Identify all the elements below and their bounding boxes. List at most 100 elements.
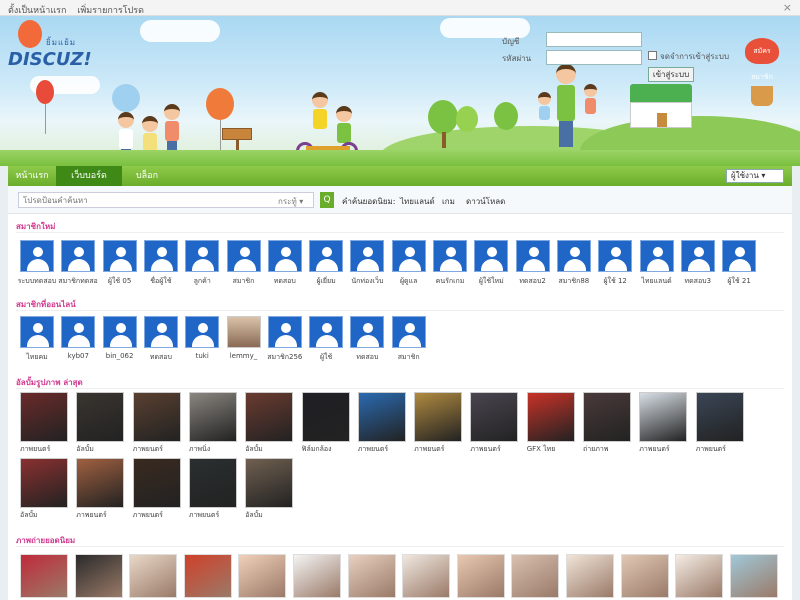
album-thumbnail[interactable] <box>301 392 350 442</box>
member-avatar[interactable] <box>556 240 591 272</box>
album-title[interactable]: ภาพนิ่ง <box>189 444 241 455</box>
member-avatar[interactable] <box>350 316 385 348</box>
hot-search-term[interactable]: เกม <box>442 195 455 208</box>
album-title[interactable]: ภาพยนตร์ <box>189 510 241 521</box>
member-avatar[interactable] <box>309 316 344 348</box>
member-avatar[interactable] <box>185 316 220 348</box>
album-thumbnail[interactable] <box>526 392 575 442</box>
album-thumbnail[interactable] <box>357 392 406 442</box>
member-name[interactable]: ผู้ใช้ใหม่ <box>471 276 511 287</box>
member-name[interactable]: ทดสอบ <box>347 352 387 363</box>
album-title[interactable]: อัลบั้ม <box>245 444 297 455</box>
album-title[interactable]: อัลบั้ม <box>20 510 72 521</box>
username-input[interactable] <box>546 32 642 47</box>
photo-thumbnail[interactable] <box>511 554 560 598</box>
member-name[interactable]: คนรักเกม <box>430 276 470 287</box>
member-name[interactable]: นักท่องเว็บ <box>347 276 387 287</box>
member-name[interactable]: ผู้ใช้ 12 <box>595 276 635 287</box>
member-avatar[interactable] <box>433 240 467 272</box>
album-title[interactable]: ภาพยนตร์ <box>696 444 748 455</box>
album-thumbnail[interactable] <box>76 392 125 442</box>
album-thumbnail[interactable] <box>132 392 181 442</box>
member-name[interactable]: ผู้ใช้ 05 <box>100 276 140 287</box>
album-thumbnail[interactable] <box>245 458 294 508</box>
album-title[interactable]: ภาพยนตร์ <box>414 444 466 455</box>
member-avatar[interactable] <box>226 240 261 272</box>
member-avatar[interactable] <box>391 316 426 348</box>
album-thumbnail[interactable] <box>76 458 125 508</box>
photo-thumbnail[interactable] <box>183 554 232 598</box>
member-avatar[interactable] <box>267 240 302 272</box>
member-name[interactable]: ลูกค้า <box>182 276 222 287</box>
album-thumbnail[interactable] <box>20 458 68 508</box>
member-avatar[interactable] <box>639 240 674 272</box>
member-name[interactable]: ทดสอบ <box>265 276 305 287</box>
album-title[interactable]: GFX ไทย <box>527 444 579 455</box>
album-thumbnail[interactable] <box>20 392 68 442</box>
album-thumbnail[interactable] <box>414 392 463 442</box>
password-input[interactable] <box>546 50 642 65</box>
login-button[interactable]: เข้าสู่ระบบ <box>648 67 694 82</box>
member-name[interactable]: ชื่อผู้ใช้ <box>141 276 181 287</box>
member-avatar[interactable] <box>680 240 715 272</box>
hot-search-term[interactable]: ดาวน์โหลด <box>466 195 505 208</box>
member-avatar[interactable] <box>267 316 302 348</box>
album-thumbnail[interactable] <box>245 392 294 442</box>
member-avatar[interactable] <box>515 240 550 272</box>
album-title[interactable]: ภาพยนตร์ <box>470 444 522 455</box>
member-name[interactable]: ผู้ดูแล <box>389 276 429 287</box>
photo-thumbnail[interactable] <box>129 554 178 598</box>
member-name[interactable]: ทดสอบ <box>141 352 181 363</box>
add-favorite-link[interactable]: เพิ่มรายการโปรด <box>77 6 144 16</box>
member-name[interactable]: kyb07 <box>58 352 98 360</box>
album-thumbnail[interactable] <box>470 392 519 442</box>
member-name[interactable]: ระบบทดสอบ <box>17 276 57 287</box>
member-name[interactable]: ทดสอบ2 <box>513 276 553 287</box>
member-avatar[interactable] <box>722 240 757 272</box>
member-avatar[interactable] <box>309 240 344 272</box>
member-name[interactable]: ผู้เยี่ยม <box>306 276 346 287</box>
album-title[interactable]: ภาพยนตร์ <box>76 510 128 521</box>
member-name[interactable]: tuki <box>182 352 222 360</box>
album-title[interactable]: ภาพยนตร์ <box>20 444 72 455</box>
close-icon[interactable]: × <box>783 1 792 14</box>
member-avatar[interactable] <box>598 240 633 272</box>
tab-forum[interactable]: เว็บบอร์ด <box>56 166 122 186</box>
member-name[interactable]: ทดสอบ3 <box>678 276 718 287</box>
search-button[interactable]: Q <box>320 192 334 208</box>
user-menu-dropdown[interactable]: ผู้ใช้งาน ▾ <box>726 169 784 183</box>
photo-thumbnail[interactable] <box>74 554 123 598</box>
tab-blog[interactable]: บล็อก <box>122 166 172 186</box>
photo-thumbnail[interactable] <box>566 554 614 598</box>
member-avatar[interactable] <box>474 240 509 272</box>
album-thumbnail[interactable] <box>132 458 181 508</box>
member-avatar[interactable] <box>102 240 137 272</box>
album-thumbnail[interactable] <box>188 458 237 508</box>
photo-thumbnail[interactable] <box>620 554 669 598</box>
photo-thumbnail[interactable] <box>402 554 451 598</box>
photo-thumbnail[interactable] <box>347 554 396 598</box>
member-name[interactable]: ไทยคม <box>17 352 57 363</box>
album-thumbnail[interactable] <box>188 392 237 442</box>
member-avatar[interactable] <box>226 316 261 348</box>
member-avatar[interactable] <box>102 316 137 348</box>
member-avatar[interactable] <box>350 240 385 272</box>
member-avatar[interactable] <box>61 316 96 348</box>
member-name[interactable]: ผู้ใช้ 21 <box>719 276 759 287</box>
album-thumbnail[interactable] <box>583 392 631 442</box>
photo-thumbnail[interactable] <box>238 554 287 598</box>
member-name[interactable]: สมาชิก256 <box>265 352 305 363</box>
album-title[interactable]: อัลบั้ม <box>76 444 128 455</box>
album-title[interactable]: อัลบั้ม <box>245 510 297 521</box>
member-name[interactable]: lemmy_ <box>224 352 264 360</box>
photo-thumbnail[interactable] <box>293 554 341 598</box>
register-balloon[interactable]: สมัครสมาชิก <box>740 38 784 118</box>
member-name[interactable]: สมาชิก <box>224 276 264 287</box>
photo-thumbnail[interactable] <box>729 554 778 598</box>
member-avatar[interactable] <box>391 240 426 272</box>
member-avatar[interactable] <box>20 316 54 348</box>
member-avatar[interactable] <box>20 240 54 272</box>
member-avatar[interactable] <box>143 240 178 272</box>
album-title[interactable]: ถ่ายภาพ <box>583 444 635 455</box>
remember-checkbox[interactable] <box>648 51 657 60</box>
